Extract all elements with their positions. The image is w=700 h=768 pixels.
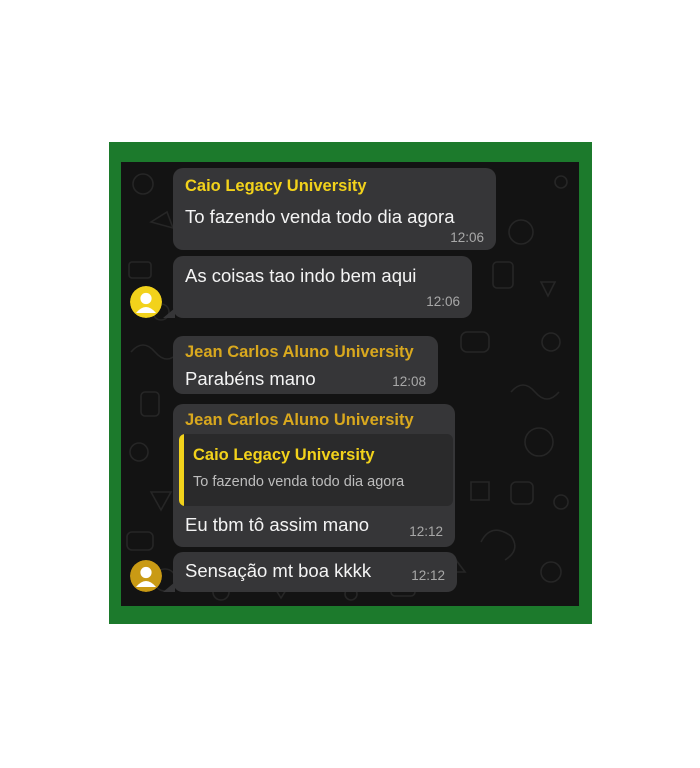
message-bubble[interactable]: Jean Carlos Aluno University Caio Legacy…	[173, 404, 455, 547]
message-sender[interactable]: Caio Legacy University	[185, 177, 367, 196]
message-time: 12:12	[411, 568, 445, 583]
chat-window: Caio Legacy University To fazendo venda …	[121, 162, 579, 606]
message-bubble[interactable]: Caio Legacy University To fazendo venda …	[173, 168, 496, 250]
message-time: 12:12	[409, 524, 443, 539]
user-avatar-icon[interactable]	[130, 560, 162, 592]
message-sender[interactable]: Jean Carlos Aluno University	[185, 343, 414, 362]
message-bubble[interactable]: Jean Carlos Aluno University Parabéns ma…	[173, 336, 438, 394]
quoted-text: To fazendo venda todo dia agora	[193, 474, 405, 490]
message-time: 12:06	[450, 230, 484, 245]
quoted-message[interactable]: Caio Legacy University To fazendo venda …	[179, 434, 453, 506]
message-time: 12:08	[392, 374, 426, 389]
message-text: Eu tbm tô assim mano	[185, 514, 370, 535]
message-bubble[interactable]: As coisas tao indo bem aqui 12:06	[173, 256, 472, 318]
message-text: To fazendo venda todo dia agora	[185, 206, 455, 227]
message-sender[interactable]: Jean Carlos Aluno University	[185, 411, 414, 430]
message-text: Sensação mt boa kkkk	[185, 560, 372, 581]
message-text: As coisas tao indo bem aqui	[185, 265, 417, 286]
message-bubble[interactable]: Sensação mt boa kkkk 12:12	[173, 552, 457, 592]
quote-accent-bar	[179, 434, 184, 506]
message-text: Parabéns mano	[185, 368, 316, 389]
user-avatar-icon[interactable]	[130, 286, 162, 318]
quoted-sender: Caio Legacy University	[193, 446, 375, 464]
message-time: 12:06	[426, 294, 460, 309]
